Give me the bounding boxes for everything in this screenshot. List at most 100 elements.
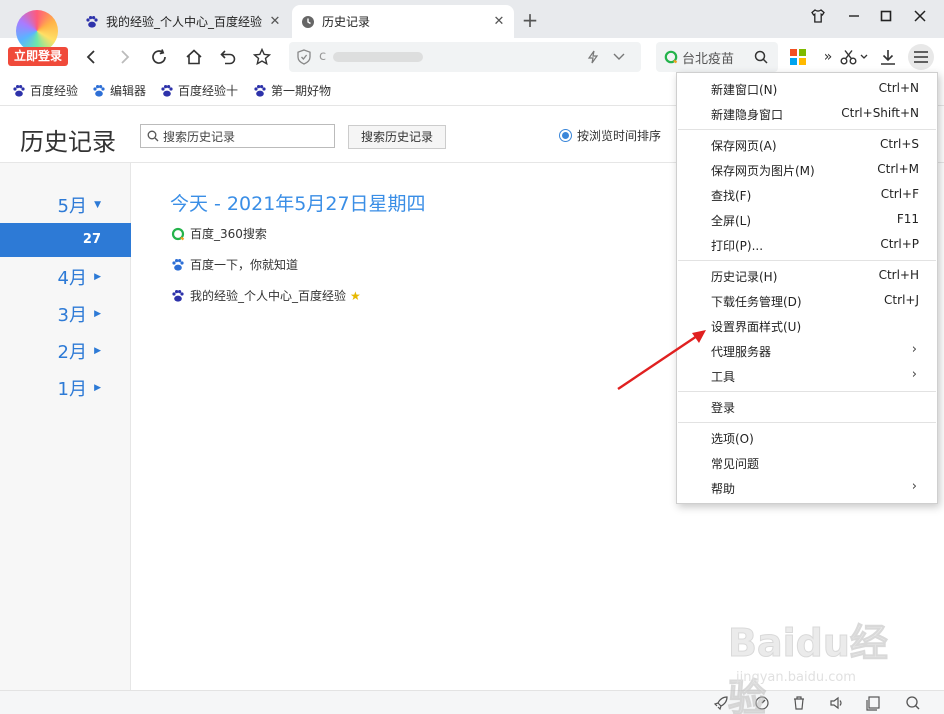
page-title: 历史记录 [20,128,116,156]
baidu-paw-icon [172,258,184,271]
login-badge[interactable]: 立即登录 [8,47,68,66]
menu-separator [678,391,936,392]
browser-logo-icon [16,10,58,52]
radio-selected-icon[interactable] [559,129,572,142]
search-box[interactable]: 台北疫苗 [656,42,778,72]
refresh-icon [152,49,166,64]
blurred-url [333,52,423,62]
menu-item-ui-style[interactable]: 设置界面样式(U) [677,313,937,338]
bookmark-item[interactable]: 百度经验十 [160,82,238,99]
back-button[interactable] [78,44,104,70]
history-entry-title: 我的经验_个人中心_百度经验 [190,289,347,303]
scissors-icon [840,50,868,65]
menu-item-history[interactable]: 历史记录(H) Ctrl+H [677,263,937,288]
refresh-button[interactable] [146,44,172,70]
baidu-paw-icon [84,14,100,30]
tab-close-icon[interactable]: ✕ [268,14,282,29]
history-entry[interactable]: 我的经验_个人中心_百度经验 ★ [171,287,361,304]
sort-label: 按浏览时间排序 [577,129,662,143]
baidu-paw-icon [172,289,184,302]
history-search-button[interactable]: 搜索历史记录 [348,125,446,149]
close-window-button[interactable] [908,8,932,28]
date-heading: 今天 - 2021年5月27日星期四 [170,193,426,215]
search-icon [147,130,159,142]
history-search-input[interactable]: 搜索历史记录 [140,124,335,148]
caret-right-icon: ▶ [94,272,101,282]
lightning-icon [587,50,599,64]
tab-close-icon[interactable]: ✕ [492,14,506,29]
history-entry[interactable]: 百度_360搜索 [171,225,267,242]
download-button[interactable] [875,44,901,70]
baidu-paw-icon [161,84,173,97]
home-button[interactable] [181,44,207,70]
baidu-paw-icon [93,84,105,97]
menu-item-find[interactable]: 查找(F) Ctrl+F [677,182,937,207]
arrow-left-icon [86,50,95,64]
menu-item-login[interactable]: 登录 [677,394,937,419]
browser-logo[interactable]: 立即登录 [6,4,68,66]
clock-icon [300,14,316,30]
bookmark-label: 编辑器 [110,84,147,98]
screenshot-button[interactable] [836,44,872,70]
minimize-button[interactable] [842,8,866,28]
bookmark-item[interactable]: 编辑器 [92,82,146,99]
shirt-skin-icon[interactable] [806,8,830,28]
navigation-toolbar: c 台北疫苗 » [0,38,944,76]
tab-history[interactable]: 历史记录 ✕ [292,5,514,38]
menu-item-downloads[interactable]: 下载任务管理(D) Ctrl+J [677,288,937,313]
undo-icon [220,50,236,65]
new-tab-button[interactable]: + [520,9,540,31]
bookmark-item[interactable]: 百度经验 [12,82,78,99]
sort-by-time-option[interactable]: 按浏览时间排序 [559,127,661,144]
menu-item-options[interactable]: 选项(O) [677,425,937,450]
zoom-icon [906,696,920,710]
menu-item-new-window[interactable]: 新建窗口(N) Ctrl+N [677,76,937,101]
so360-icon [664,50,678,64]
caret-right-icon: ▶ [94,309,101,319]
apps-button[interactable] [785,44,811,70]
history-entry-title: 百度一下，你就知道 [190,258,299,272]
baidu-paw-icon [254,84,266,97]
chevron-right-icon: › [911,367,917,382]
month-sidebar: 5月 ▼ 27 4月 ▶ 3月 ▶ 2月 ▶ 1月 ▶ [0,163,131,690]
month-item-april[interactable]: 4月 ▶ [0,262,131,292]
tab-title: 历史记录 [322,15,371,29]
month-item-january[interactable]: 1月 ▶ [0,373,131,403]
menu-item-help[interactable]: 帮助 › [677,475,937,500]
caret-down-icon: ▼ [94,200,101,210]
menu-item-save-page[interactable]: 保存网页(A) Ctrl+S [677,132,937,157]
watermark-url: jingyan.baidu.com [736,670,856,685]
menu-item-tools[interactable]: 工具 › [677,363,937,388]
month-item-february[interactable]: 2月 ▶ [0,336,131,366]
menu-item-fullscreen[interactable]: 全屏(L) F11 [677,207,937,232]
month-item-march[interactable]: 3月 ▶ [0,299,131,329]
main-menu-button[interactable] [908,44,934,70]
download-icon [881,50,895,65]
menu-item-print[interactable]: 打印(P)... Ctrl+P [677,232,937,257]
favorite-button[interactable] [249,44,275,70]
so360-icon [171,227,185,240]
address-text: c [319,49,327,64]
menu-item-save-as-image[interactable]: 保存网页为图片(M) Ctrl+M [677,157,937,182]
bookmark-label: 百度经验十 [178,84,239,98]
history-entry[interactable]: 百度一下，你就知道 [171,256,298,273]
address-bar[interactable]: c [289,42,641,72]
forward-button[interactable] [112,44,138,70]
tab-title: 我的经验_个人中心_百度经验 [106,15,263,29]
month-item-may[interactable]: 5月 ▼ [0,190,131,220]
menu-item-new-incognito[interactable]: 新建隐身窗口 Ctrl+Shift+N [677,101,937,126]
menu-item-proxy[interactable]: 代理服务器 › [677,338,937,363]
bookmark-item[interactable]: 第一期好物 [253,82,331,99]
day-item-selected[interactable]: 27 [0,223,131,257]
undo-close-button[interactable] [215,44,241,70]
star-icon [253,48,271,66]
rocket-icon [713,696,728,711]
menu-item-faq[interactable]: 常见问题 [677,450,937,475]
tab-baidu-jingyan[interactable]: 我的经验_个人中心_百度经验 ✕ [76,5,290,38]
star-badge-icon: ★ [350,288,361,303]
baidu-watermark: Baidu经验 jingyan.baidu.com [728,612,898,714]
home-icon [186,49,202,65]
baidu-paw-icon [13,84,25,97]
history-search-placeholder: 搜索历史记录 [163,129,236,144]
maximize-button[interactable] [874,8,898,28]
